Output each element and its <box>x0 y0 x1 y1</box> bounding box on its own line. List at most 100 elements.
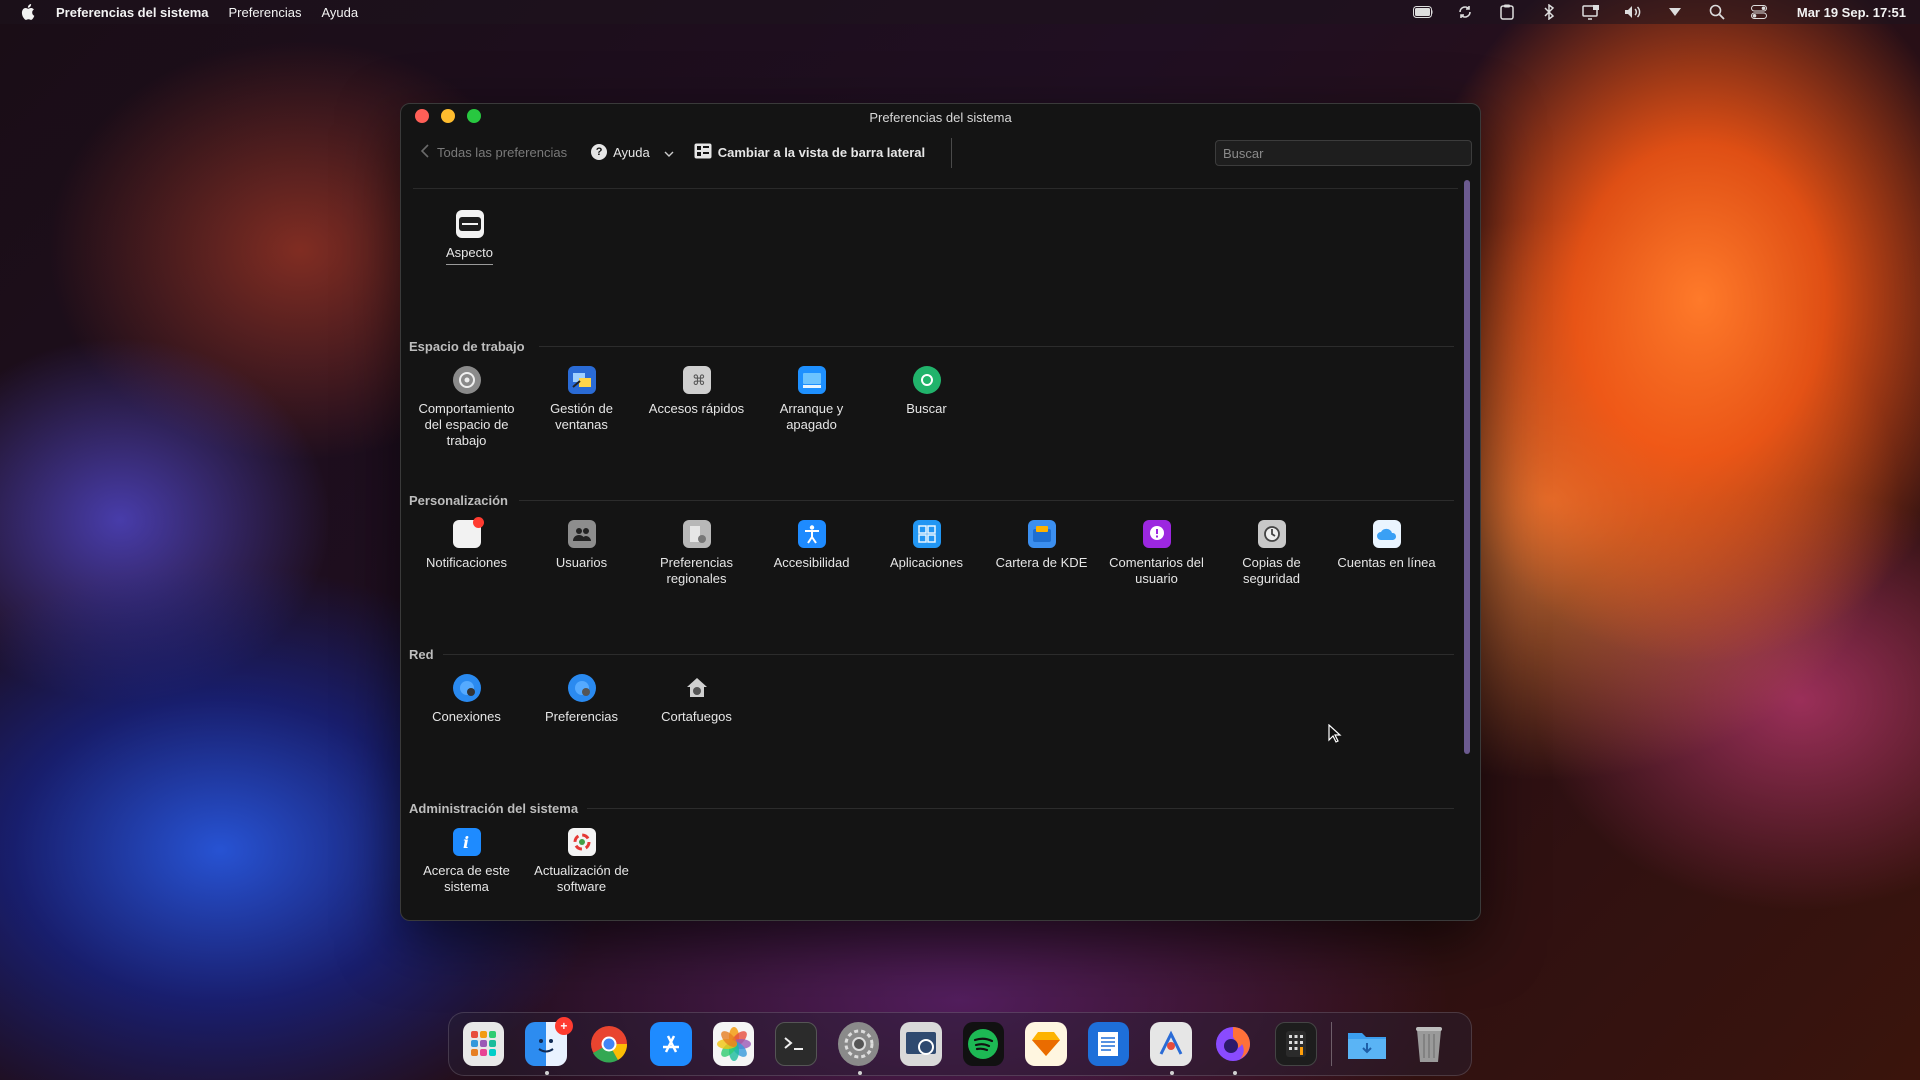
pref-item-shortcuts[interactable]: ⌘ Accesos rápidos <box>639 362 754 449</box>
sync-icon[interactable] <box>1455 4 1475 20</box>
clipboard-icon[interactable] <box>1497 4 1517 20</box>
svg-text:i: i <box>463 833 469 851</box>
pref-item-label: Arranque y apagado <box>779 401 844 432</box>
back-button[interactable]: Todas las preferencias <box>420 143 568 161</box>
system-preferences-icon[interactable] <box>837 1022 880 1075</box>
kde-wallet-icon <box>1027 520 1056 548</box>
feedback-icon <box>1142 520 1171 548</box>
maximize-button[interactable] <box>467 109 481 123</box>
chevron-down-icon[interactable] <box>1665 4 1685 20</box>
dock-divider <box>1330 1022 1332 1066</box>
help-menu-button[interactable]: ? Ayuda <box>591 144 674 160</box>
pref-item-aspecto[interactable]: Aspecto <box>412 206 527 265</box>
scrollbar[interactable] <box>1464 180 1470 754</box>
pref-item-startup-shutdown[interactable]: Arranque y apagado <box>754 362 869 449</box>
pref-item-connections[interactable]: Conexiones <box>409 670 524 725</box>
battery-icon[interactable] <box>1412 4 1433 20</box>
pref-item-label: Gestión de ventanas <box>550 401 613 432</box>
window-management-icon <box>567 366 596 394</box>
titlebar[interactable]: Preferencias del sistema <box>401 104 1480 130</box>
firewall-icon <box>683 674 711 702</box>
pref-item-label: Aspecto <box>446 245 493 265</box>
menubar-clock[interactable]: Mar 19 Sep. 17:51 <box>1797 5 1906 20</box>
pref-item-feedback[interactable]: Comentarios del usuario <box>1099 516 1214 587</box>
trash-icon[interactable] <box>1409 1022 1450 1066</box>
window-title: Preferencias del sistema <box>869 109 1012 125</box>
pref-item-software-update[interactable]: Actualización de software <box>524 824 639 895</box>
volume-icon[interactable] <box>1623 4 1643 20</box>
pref-item-label: Cuentas en línea <box>1337 555 1436 570</box>
apple-menu-icon[interactable] <box>20 4 36 20</box>
minimize-button[interactable] <box>441 109 455 123</box>
appearance-icon <box>455 210 484 238</box>
control-center-icon[interactable] <box>1749 4 1769 20</box>
pref-item-window-management[interactable]: Gestión de ventanas <box>524 362 639 449</box>
pref-item-about-system[interactable]: i Acerca de este sistema <box>409 824 524 895</box>
running-indicator <box>1232 1071 1237 1075</box>
spotify-icon[interactable] <box>962 1022 1005 1066</box>
pref-item-backup[interactable]: Copias de seguridad <box>1214 516 1329 587</box>
software-update-icon <box>567 828 596 856</box>
pref-item-notifications[interactable]: Notificaciones <box>409 516 524 587</box>
pref-item-buscar[interactable]: Buscar <box>869 362 984 449</box>
chrome-icon[interactable] <box>588 1022 629 1066</box>
firefox-icon[interactable] <box>1213 1022 1254 1075</box>
preferences-content: Aspecto Espacio de trabajo Comportamient… <box>401 174 1466 914</box>
pref-item-label: Actualización de software <box>534 863 629 894</box>
pref-item-network-preferences[interactable]: Preferencias <box>524 670 639 725</box>
pref-item-label: Cartera de KDE <box>995 555 1088 570</box>
sidebar-view-button[interactable]: Cambiar a la vista de barra lateral <box>694 143 925 162</box>
launchpad-icon[interactable] <box>463 1022 505 1066</box>
running-indicator <box>1170 1071 1175 1075</box>
close-button[interactable] <box>415 109 429 123</box>
applications-icon <box>912 520 941 548</box>
pref-item-workspace-behavior[interactable]: Comportamiento del espacio de trabajo <box>409 362 524 449</box>
chevron-left-icon <box>420 143 429 161</box>
preview-viewer-icon[interactable] <box>1150 1022 1192 1075</box>
section-red: Red Conexiones Preferencias Cortafuegos <box>409 646 1454 725</box>
sketch-icon[interactable] <box>1025 1022 1067 1066</box>
pref-item-firewall[interactable]: Cortafuegos <box>639 670 754 725</box>
pref-item-label: Cortafuegos <box>661 709 732 724</box>
pref-item-label: Copias de seguridad <box>1242 555 1301 586</box>
pref-item-label: Conexiones <box>432 709 501 724</box>
search-icon <box>912 366 941 394</box>
toolbar: Todas las preferencias ? Ayuda Cambiar a… <box>401 130 1480 174</box>
svg-text:⌘: ⌘ <box>692 373 706 389</box>
pref-item-label: Usuarios <box>555 555 608 570</box>
calculator-icon[interactable] <box>1275 1022 1317 1066</box>
pref-item-label: Preferencias regionales <box>660 555 733 586</box>
bluetooth-icon[interactable] <box>1539 4 1559 20</box>
finder-icon[interactable]: + <box>525 1017 573 1075</box>
search-icon[interactable] <box>1707 4 1727 20</box>
menubar: Preferencias del sistema Preferencias Ay… <box>0 0 1920 24</box>
textedit-icon[interactable] <box>1087 1022 1130 1066</box>
pref-item-users[interactable]: Usuarios <box>524 516 639 587</box>
preview-icon[interactable] <box>900 1022 942 1066</box>
system-preferences-window: Preferencias del sistema Todas las prefe… <box>400 103 1481 921</box>
pref-item-applications[interactable]: Aplicaciones <box>869 516 984 587</box>
menubar-app-name[interactable]: Preferencias del sistema <box>56 5 208 20</box>
help-label: Ayuda <box>613 144 650 160</box>
pref-item-online-accounts[interactable]: Cuentas en línea <box>1329 516 1444 587</box>
section-personalizacion: Personalización Notificaciones Usuarios <box>409 492 1454 587</box>
back-label: Todas las preferencias <box>437 144 568 160</box>
users-icon <box>567 520 596 548</box>
downloads-folder-icon[interactable] <box>1346 1022 1388 1066</box>
menu-preferencias[interactable]: Preferencias <box>228 5 301 20</box>
search-input[interactable] <box>1215 140 1472 166</box>
app-store-icon[interactable] <box>650 1022 692 1066</box>
notification-badge: + <box>554 1017 573 1035</box>
menu-ayuda[interactable]: Ayuda <box>321 5 358 20</box>
pref-item-kde-wallet[interactable]: Cartera de KDE <box>984 516 1099 587</box>
sidebar-view-icon <box>694 143 712 162</box>
terminal-icon[interactable] <box>775 1022 817 1066</box>
pref-item-accessibility[interactable]: Accesibilidad <box>754 516 869 587</box>
pref-item-label: Notificaciones <box>426 555 507 570</box>
pref-item-label: Accesibilidad <box>773 555 850 570</box>
display-icon[interactable] <box>1581 4 1601 20</box>
pref-item-label: Comportamiento del espacio de trabajo <box>418 401 515 448</box>
photos-icon[interactable] <box>712 1022 755 1066</box>
pref-item-regional[interactable]: Preferencias regionales <box>639 516 754 587</box>
sidebar-view-label: Cambiar a la vista de barra lateral <box>717 144 926 160</box>
